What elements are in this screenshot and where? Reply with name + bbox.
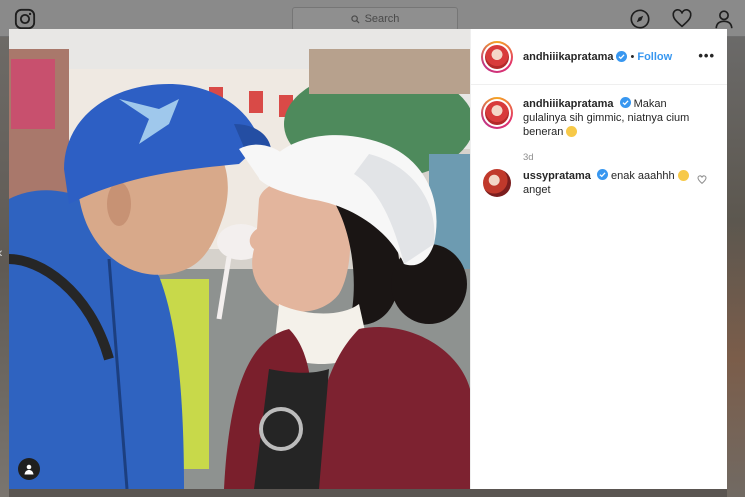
kissing-face-emoji-icon: [566, 126, 578, 137]
post-time-ago[interactable]: 3d: [523, 152, 717, 163]
caption-author-avatar[interactable]: [481, 97, 513, 129]
heart-icon[interactable]: [671, 8, 693, 30]
comment-text: enak aaahhh: [611, 170, 675, 182]
laughing-face-emoji-icon: [677, 170, 689, 181]
caption-username[interactable]: andhiiikapratama: [523, 98, 613, 110]
verified-badge-icon: [616, 51, 628, 62]
user-tag-icon[interactable]: [18, 458, 40, 480]
search-input[interactable]: Search: [292, 7, 458, 31]
search-icon: [350, 14, 360, 24]
comments-list: andhiiikapratama Makan gulalinya sih gim…: [471, 85, 727, 197]
profile-icon[interactable]: [713, 8, 735, 30]
follow-button[interactable]: Follow: [637, 51, 672, 63]
instagram-logo-icon[interactable]: [14, 8, 36, 30]
comment-item: ussypratama enak aaahhh anget: [481, 169, 717, 197]
more-options-icon[interactable]: •••: [698, 48, 715, 63]
post-photo[interactable]: [9, 29, 470, 489]
caption-comment: andhiiikapratama Makan gulalinya sih gim…: [481, 97, 717, 139]
post-side-panel: andhiiikapratama • Follow ••• andhiiikap…: [470, 29, 727, 489]
compass-icon[interactable]: [629, 8, 651, 30]
author-avatar[interactable]: [481, 40, 513, 73]
author-username[interactable]: andhiiikapratama: [523, 51, 613, 63]
comment-text-block: ussypratama enak aaahhh anget: [523, 169, 713, 197]
caption-text-block: andhiiikapratama Makan gulalinya sih gim…: [523, 97, 713, 139]
background-feed-bottom: [9, 489, 727, 497]
verified-badge-icon: [596, 169, 608, 180]
verified-badge-icon: [619, 97, 631, 108]
comment-like-heart-icon[interactable]: [697, 175, 707, 185]
background-feed-right: [727, 37, 745, 497]
post-photo-image: [9, 29, 470, 489]
comment-username[interactable]: ussypratama: [523, 170, 591, 182]
previous-arrow-icon[interactable]: ‹: [0, 244, 3, 260]
comment-text-line2: anget: [523, 184, 551, 196]
commenter-avatar[interactable]: [483, 169, 511, 197]
post-modal: andhiiikapratama • Follow ••• andhiiikap…: [9, 29, 727, 489]
search-placeholder: Search: [364, 13, 400, 25]
separator-dot: •: [630, 50, 635, 63]
background-feed-left: [0, 37, 9, 497]
post-header: andhiiikapratama • Follow •••: [471, 29, 727, 85]
